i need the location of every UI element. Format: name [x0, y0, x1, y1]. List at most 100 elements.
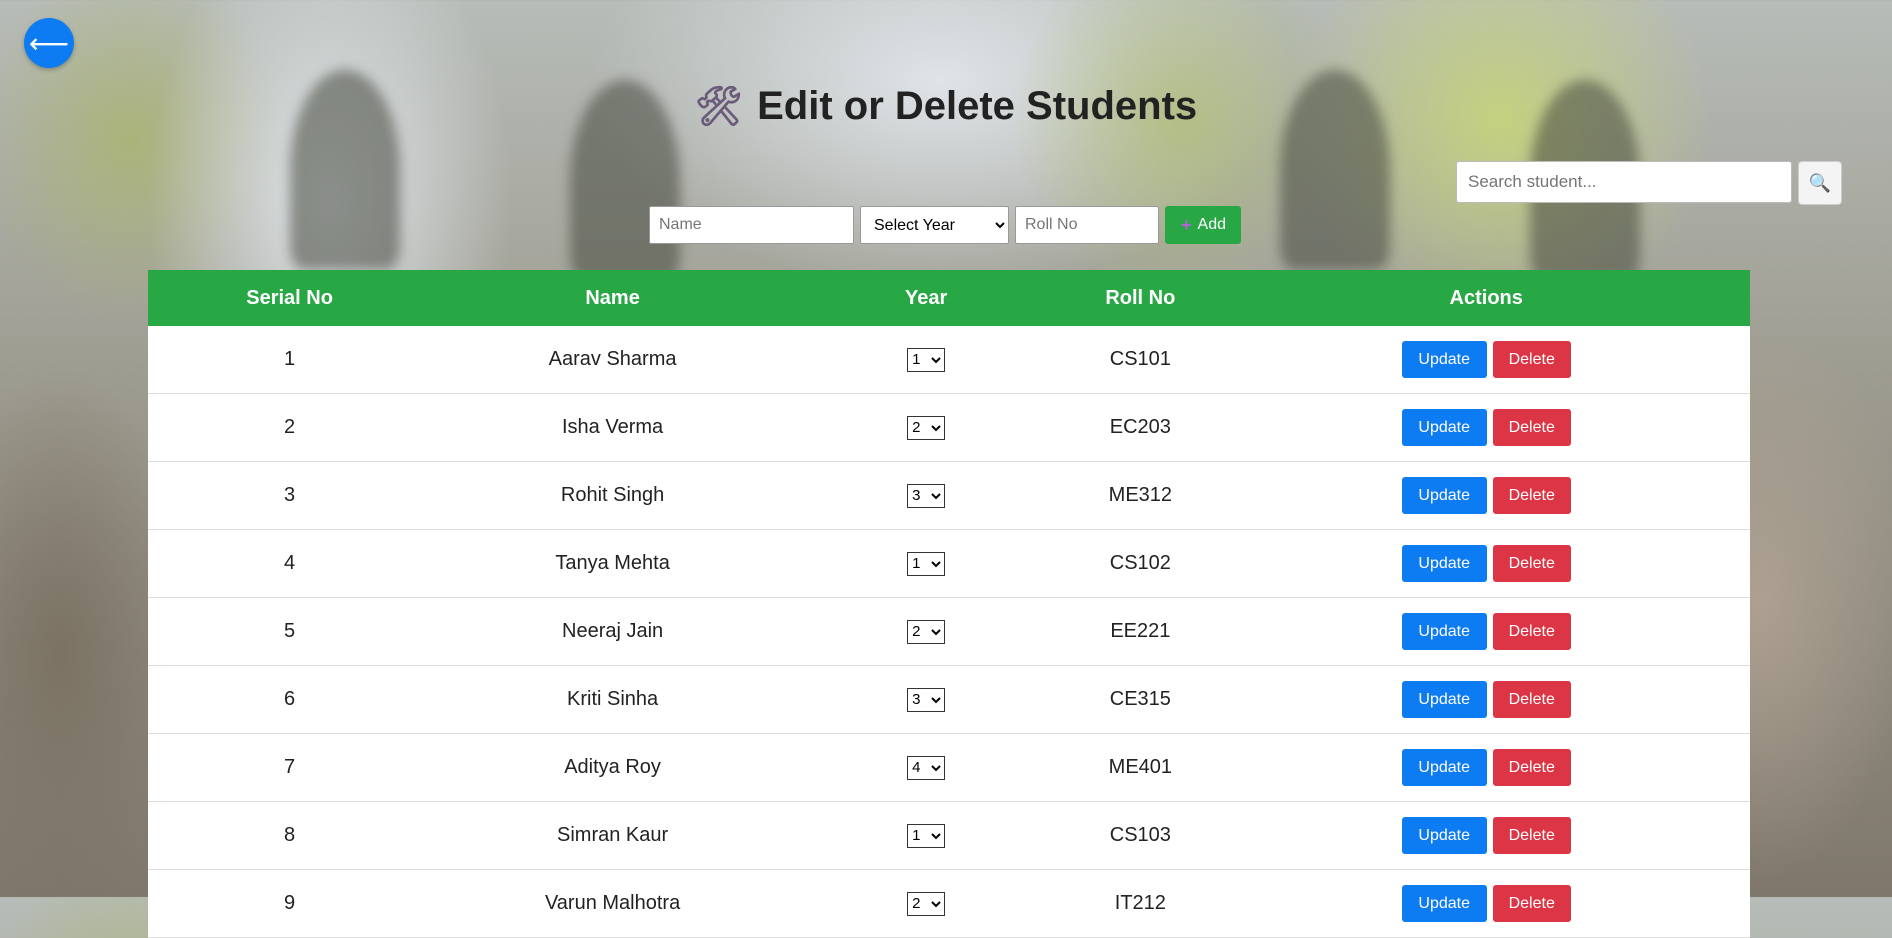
name-cell: Rohit Singh — [431, 461, 794, 530]
actions-cell: Update Delete — [1222, 597, 1750, 666]
roll-no-cell: IT212 — [1058, 869, 1223, 938]
year-cell: 1 — [793, 529, 1059, 598]
left-arrow-icon: ⟵ — [28, 26, 70, 60]
delete-button[interactable]: Delete — [1492, 681, 1571, 718]
page-title: 🛠 Edit or Delete Students — [0, 84, 1892, 129]
name-cell: Isha Verma — [431, 393, 794, 462]
search-button[interactable]: 🔍 — [1798, 161, 1842, 205]
table-row: 8 Simran Kaur 1 CS103 Update Delete — [148, 801, 1750, 870]
year-dropdown[interactable]: 2 — [907, 891, 946, 916]
serial-cell: 8 — [148, 801, 432, 870]
year-dropdown[interactable]: 3 — [907, 687, 946, 712]
year-cell: 1 — [793, 801, 1059, 870]
year-cell: 3 — [793, 665, 1059, 734]
serial-cell: 9 — [148, 869, 432, 938]
table-body: 1 Aarav Sharma 1 CS101 Update Delete 2 Is… — [148, 326, 1750, 938]
year-dropdown[interactable]: 1 — [907, 347, 946, 372]
year-cell: 2 — [793, 869, 1059, 938]
table-row: 7 Aditya Roy 4 ME401 Update Delete — [148, 733, 1750, 802]
back-button[interactable]: ⟵ — [24, 18, 74, 68]
search-input[interactable] — [1456, 161, 1792, 203]
tools-icon: 🛠 — [694, 84, 744, 128]
delete-button[interactable]: Delete — [1492, 885, 1571, 922]
serial-cell: 3 — [148, 461, 432, 530]
header-serial-no: Serial No — [148, 270, 432, 326]
year-cell: 4 — [793, 733, 1059, 802]
year-cell: 3 — [793, 461, 1059, 530]
year-dropdown[interactable]: 2 — [907, 415, 946, 440]
roll-no-cell: EE221 — [1058, 597, 1223, 666]
delete-button[interactable]: Delete — [1492, 817, 1571, 854]
search-bar: 🔍 — [1456, 161, 1842, 205]
update-button[interactable]: Update — [1401, 409, 1487, 446]
students-table: Serial No Name Year Roll No Actions 1 Aa… — [148, 270, 1750, 938]
name-cell: Aarav Sharma — [431, 326, 794, 394]
plus-icon: + — [1181, 214, 1192, 235]
roll-no-cell: EC203 — [1058, 393, 1223, 462]
name-cell: Varun Malhotra — [431, 869, 794, 938]
roll-no-cell: CS101 — [1058, 326, 1223, 394]
search-icon: 🔍 — [1808, 172, 1832, 193]
year-dropdown[interactable]: 1 — [907, 823, 946, 848]
update-button[interactable]: Update — [1401, 477, 1487, 514]
year-cell: 2 — [793, 597, 1059, 666]
roll-no-cell: CS103 — [1058, 801, 1223, 870]
table-row: 5 Neeraj Jain 2 EE221 Update Delete — [148, 597, 1750, 666]
year-dropdown[interactable]: 1 — [907, 551, 946, 576]
name-cell: Simran Kaur — [431, 801, 794, 870]
table-row: 4 Tanya Mehta 1 CS102 Update Delete — [148, 529, 1750, 598]
roll-no-cell: CS102 — [1058, 529, 1223, 598]
update-button[interactable]: Update — [1401, 341, 1487, 378]
delete-button[interactable]: Delete — [1492, 749, 1571, 786]
year-dropdown[interactable]: 3 — [907, 483, 946, 508]
name-cell: Tanya Mehta — [431, 529, 794, 598]
table-row: 3 Rohit Singh 3 ME312 Update Delete — [148, 461, 1750, 530]
add-student-form: Select Year + Add — [649, 206, 1241, 244]
year-cell: 2 — [793, 393, 1059, 462]
table-row: 6 Kriti Sinha 3 CE315 Update Delete — [148, 665, 1750, 734]
actions-cell: Update Delete — [1222, 801, 1750, 870]
delete-button[interactable]: Delete — [1492, 341, 1571, 378]
roll-no-input[interactable] — [1015, 206, 1159, 244]
name-input[interactable] — [649, 206, 854, 244]
delete-button[interactable]: Delete — [1492, 613, 1571, 650]
roll-no-cell: ME312 — [1058, 461, 1223, 530]
delete-button[interactable]: Delete — [1492, 409, 1571, 446]
header-roll-no: Roll No — [1058, 270, 1223, 326]
update-button[interactable]: Update — [1401, 681, 1487, 718]
actions-cell: Update Delete — [1222, 529, 1750, 598]
add-button-label: Add — [1197, 216, 1226, 233]
delete-button[interactable]: Delete — [1492, 477, 1571, 514]
actions-cell: Update Delete — [1222, 461, 1750, 530]
actions-cell: Update Delete — [1222, 393, 1750, 462]
page-title-text: Edit or Delete Students — [757, 84, 1198, 128]
serial-cell: 4 — [148, 529, 432, 598]
update-button[interactable]: Update — [1401, 613, 1487, 650]
table-row: 9 Varun Malhotra 2 IT212 Update Delete — [148, 869, 1750, 938]
name-cell: Neeraj Jain — [431, 597, 794, 666]
year-dropdown[interactable]: 4 — [907, 755, 946, 780]
add-button[interactable]: + Add — [1165, 206, 1241, 244]
delete-button[interactable]: Delete — [1492, 545, 1571, 582]
header-year: Year — [793, 270, 1059, 326]
table-row: 2 Isha Verma 2 EC203 Update Delete — [148, 393, 1750, 462]
update-button[interactable]: Update — [1401, 885, 1487, 922]
update-button[interactable]: Update — [1401, 817, 1487, 854]
serial-cell: 7 — [148, 733, 432, 802]
roll-no-cell: ME401 — [1058, 733, 1223, 802]
name-cell: Kriti Sinha — [431, 665, 794, 734]
serial-cell: 6 — [148, 665, 432, 734]
year-select[interactable]: Select Year — [860, 206, 1009, 244]
serial-cell: 2 — [148, 393, 432, 462]
actions-cell: Update Delete — [1222, 326, 1750, 394]
actions-cell: Update Delete — [1222, 869, 1750, 938]
year-dropdown[interactable]: 2 — [907, 619, 946, 644]
header-name: Name — [431, 270, 794, 326]
update-button[interactable]: Update — [1401, 749, 1487, 786]
actions-cell: Update Delete — [1222, 733, 1750, 802]
update-button[interactable]: Update — [1401, 545, 1487, 582]
header-actions: Actions — [1222, 270, 1750, 326]
table-header-row: Serial No Name Year Roll No Actions — [148, 270, 1750, 326]
name-cell: Aditya Roy — [431, 733, 794, 802]
serial-cell: 5 — [148, 597, 432, 666]
